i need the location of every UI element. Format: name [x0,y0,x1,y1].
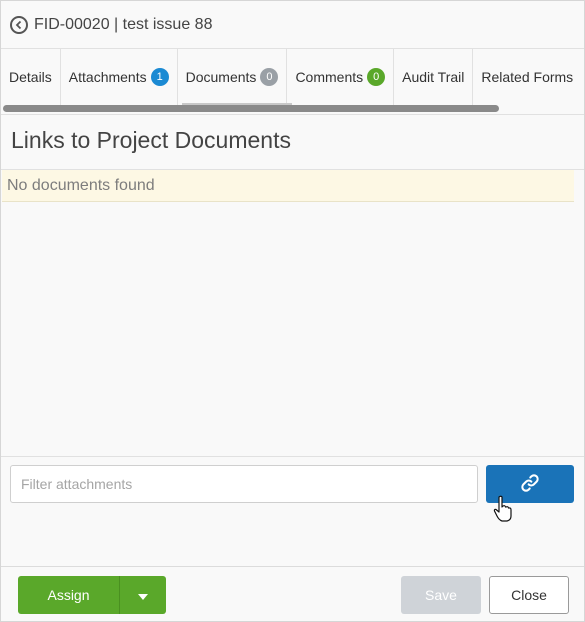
tab-label: Attachments [68,69,147,85]
divider [1,566,584,567]
filter-attachments-input[interactable] [10,465,478,503]
empty-state-row: No documents found [2,170,574,202]
tab-label: Details [9,69,52,85]
tab-attachments[interactable]: Attachments 1 [61,49,178,105]
tab-label: Documents [185,69,257,85]
assign-split-button: Assign [18,576,166,614]
tab-details[interactable]: Details [1,49,61,105]
issue-panel: FID-00020 | test issue 88 Details Attach… [0,0,585,622]
hand-pointer-icon [493,495,513,528]
assign-button[interactable]: Assign [18,576,119,614]
section-heading: Links to Project Documents [11,127,291,153]
count-badge: 1 [150,68,169,86]
assign-dropdown-toggle[interactable] [119,576,166,614]
tab-label: Audit Trail [402,69,465,85]
tab-documents[interactable]: Documents 0 [177,49,288,105]
tab-label: Comments [295,69,364,85]
panel-header: FID-00020 | test issue 88 [1,1,584,49]
save-button[interactable]: Save [401,576,481,614]
count-badge: 0 [260,68,279,86]
link-icon [519,472,541,497]
count-badge: 0 [367,68,386,86]
back-circle-icon[interactable] [10,15,28,34]
caret-down-icon [138,588,148,603]
tab-audit-trail[interactable]: Audit Trail [394,49,474,105]
tab-label: Related Forms [481,69,574,85]
tabs-scrollbar[interactable] [3,105,499,112]
tab-bar: Details Attachments 1 Documents 0 Commen… [1,49,584,105]
close-button[interactable]: Close [489,576,569,614]
tab-related-forms[interactable]: Related Forms [473,49,581,105]
page-title: FID-00020 | test issue 88 [34,15,213,33]
divider [1,456,584,457]
tab-comments[interactable]: Comments 0 [287,49,395,105]
divider [1,114,584,115]
